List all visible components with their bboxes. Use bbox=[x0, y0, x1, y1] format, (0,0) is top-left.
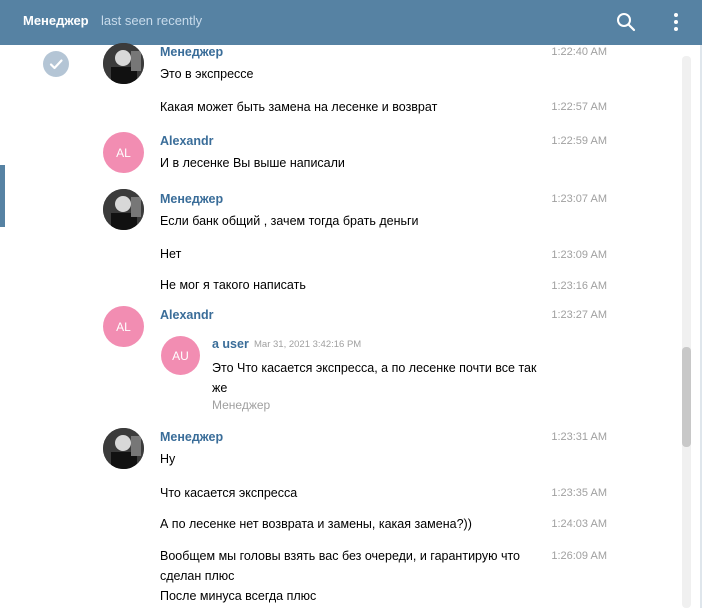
chat-header: Менеджер last seen recently bbox=[0, 0, 702, 45]
message-time: 1:22:57 AM bbox=[551, 101, 607, 113]
message-author[interactable]: Менеджер bbox=[160, 192, 223, 206]
avatar[interactable] bbox=[103, 428, 144, 469]
message-time: 1:23:35 AM bbox=[551, 487, 607, 499]
message-author[interactable]: Менеджер bbox=[160, 45, 223, 59]
message-text: Если банк общий , зачем тогда брать день… bbox=[160, 214, 419, 228]
message-text-line: сделан плюс bbox=[160, 569, 235, 583]
message-time: 1:26:09 AM bbox=[551, 550, 607, 562]
message-text: Какая может быть замена на лесенке и воз… bbox=[160, 100, 438, 114]
message-text: А по лесенке нет возврата и замены, кака… bbox=[160, 517, 472, 531]
chat-status: last seen recently bbox=[101, 13, 203, 28]
message-time: 1:23:31 AM bbox=[551, 431, 607, 443]
message-author[interactable]: Alexandr bbox=[160, 308, 214, 322]
scrollbar-track[interactable] bbox=[682, 56, 691, 608]
more-vertical-icon[interactable] bbox=[668, 12, 684, 32]
message-text: Это в экспрессе bbox=[160, 67, 254, 81]
scrollbar-thumb[interactable] bbox=[682, 347, 691, 447]
avatar[interactable]: AL bbox=[103, 132, 144, 173]
message-text: Нет bbox=[160, 247, 182, 261]
message-selected-check-icon[interactable] bbox=[43, 51, 69, 77]
forward-author[interactable]: a user bbox=[212, 337, 249, 351]
chat-title[interactable]: Менеджер bbox=[23, 13, 89, 28]
message-text: И в лесенке Вы выше написали bbox=[160, 156, 345, 170]
selection-indicator bbox=[0, 165, 5, 227]
message-time: 1:22:59 AM bbox=[551, 135, 607, 147]
message-text: Что касается экспресса bbox=[160, 486, 298, 500]
message-time: 1:23:16 AM bbox=[551, 280, 607, 292]
avatar[interactable] bbox=[103, 189, 144, 230]
message-time: 1:23:09 AM bbox=[551, 249, 607, 261]
message-text: Ну bbox=[160, 452, 176, 466]
message-text-line: После минуса всегда плюс bbox=[160, 589, 317, 603]
message-text: Не мог я такого написать bbox=[160, 278, 306, 292]
avatar[interactable] bbox=[103, 43, 144, 84]
message-time: 1:22:40 AM bbox=[551, 46, 607, 58]
avatar[interactable]: AL bbox=[103, 306, 144, 347]
message-time: 1:24:03 AM bbox=[551, 518, 607, 530]
forward-avatar[interactable]: AU bbox=[161, 336, 200, 375]
forward-text: Это Что касается экспресса, а по лесенке… bbox=[212, 361, 537, 395]
message-text-line: Вообщем мы головы взять вас без очереди,… bbox=[160, 549, 521, 563]
forward-signature: Менеджер bbox=[212, 398, 271, 412]
message-time: 1:23:27 AM bbox=[551, 309, 607, 321]
search-icon[interactable] bbox=[616, 12, 636, 32]
message-author[interactable]: Менеджер bbox=[160, 430, 223, 444]
message-author[interactable]: Alexandr bbox=[160, 134, 214, 148]
message-time: 1:23:07 AM bbox=[551, 193, 607, 205]
forward-date: Mar 31, 2021 3:42:16 PM bbox=[254, 339, 362, 350]
